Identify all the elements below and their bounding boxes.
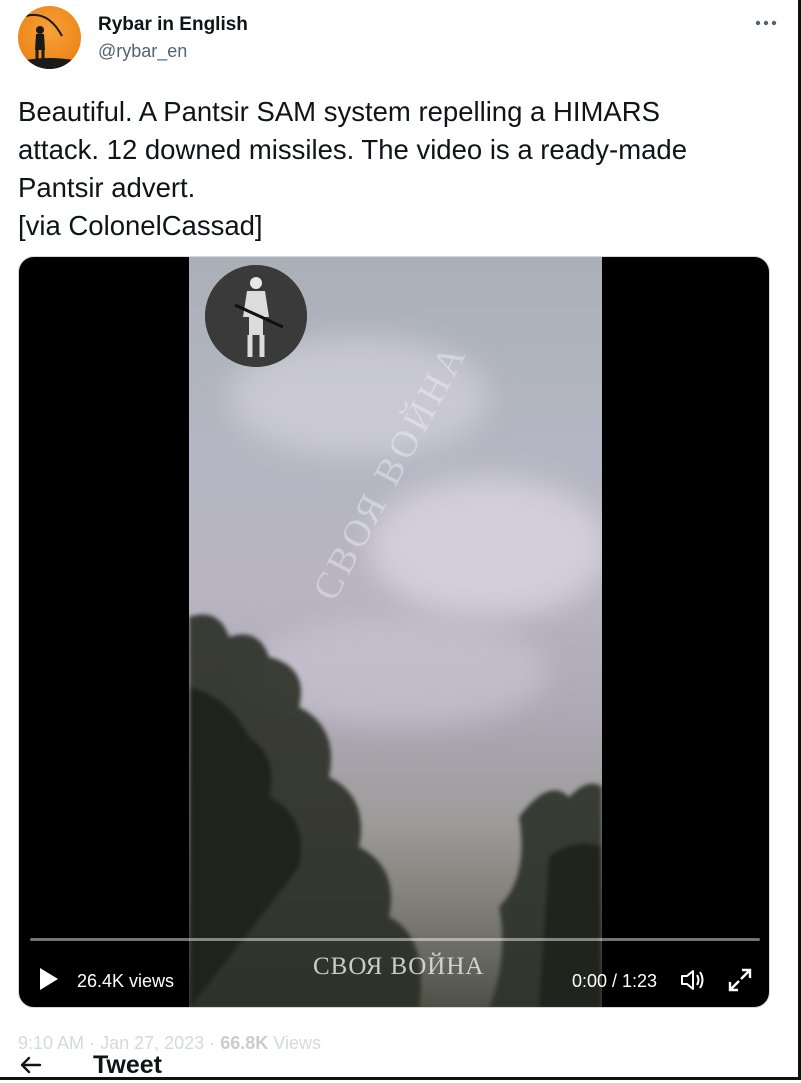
tweet-text: Beautiful. A Pantsir SAM system repellin… xyxy=(18,96,687,241)
play-button[interactable] xyxy=(35,965,61,993)
video-controls: 26.4K views 0:00 / 1:23 xyxy=(19,957,769,1001)
fullscreen-icon xyxy=(728,968,752,992)
meta-separator: · xyxy=(209,1033,216,1053)
volume-icon xyxy=(681,970,704,990)
trees-silhouette xyxy=(189,614,602,1007)
fisherman-logo-icon xyxy=(25,14,73,69)
tweet-time[interactable]: 9:10 AM xyxy=(18,1033,84,1053)
video-player[interactable]: СВОЯ ВОЙНА СВОЯ ВОЙНА 26.4K views 0:00 /… xyxy=(18,256,770,1008)
tweet-meta: 9:10 AM · Jan 27, 2023 · 66.8K Views xyxy=(18,1033,321,1054)
more-icon xyxy=(755,20,777,26)
channel-badge xyxy=(205,265,307,367)
author-handle[interactable]: @rybar_en xyxy=(98,41,187,62)
volume-button[interactable] xyxy=(679,967,707,993)
back-arrow-icon xyxy=(20,1056,42,1074)
avatar[interactable] xyxy=(18,6,81,69)
tweet-header: Rybar in English @rybar_en xyxy=(18,6,783,72)
meta-separator: · xyxy=(89,1033,96,1053)
time-display: 0:00 / 1:23 xyxy=(572,971,658,991)
tweet-date[interactable]: Jan 27, 2023 xyxy=(100,1033,204,1053)
fullscreen-button[interactable] xyxy=(727,967,753,993)
page-title: Tweet xyxy=(93,1051,162,1079)
back-button[interactable] xyxy=(18,1052,44,1078)
soldier-icon xyxy=(205,265,307,367)
progress-bar[interactable] xyxy=(30,938,760,941)
video-frame[interactable]: СВОЯ ВОЙНА СВОЯ ВОЙНА xyxy=(189,257,602,1007)
views-count: 26.4K views xyxy=(77,971,175,991)
views-label: Views xyxy=(273,1033,321,1053)
author-name[interactable]: Rybar in English xyxy=(98,14,248,36)
more-options-button[interactable] xyxy=(749,8,783,38)
views-total: 66.8K xyxy=(220,1033,269,1053)
play-icon xyxy=(40,968,58,990)
